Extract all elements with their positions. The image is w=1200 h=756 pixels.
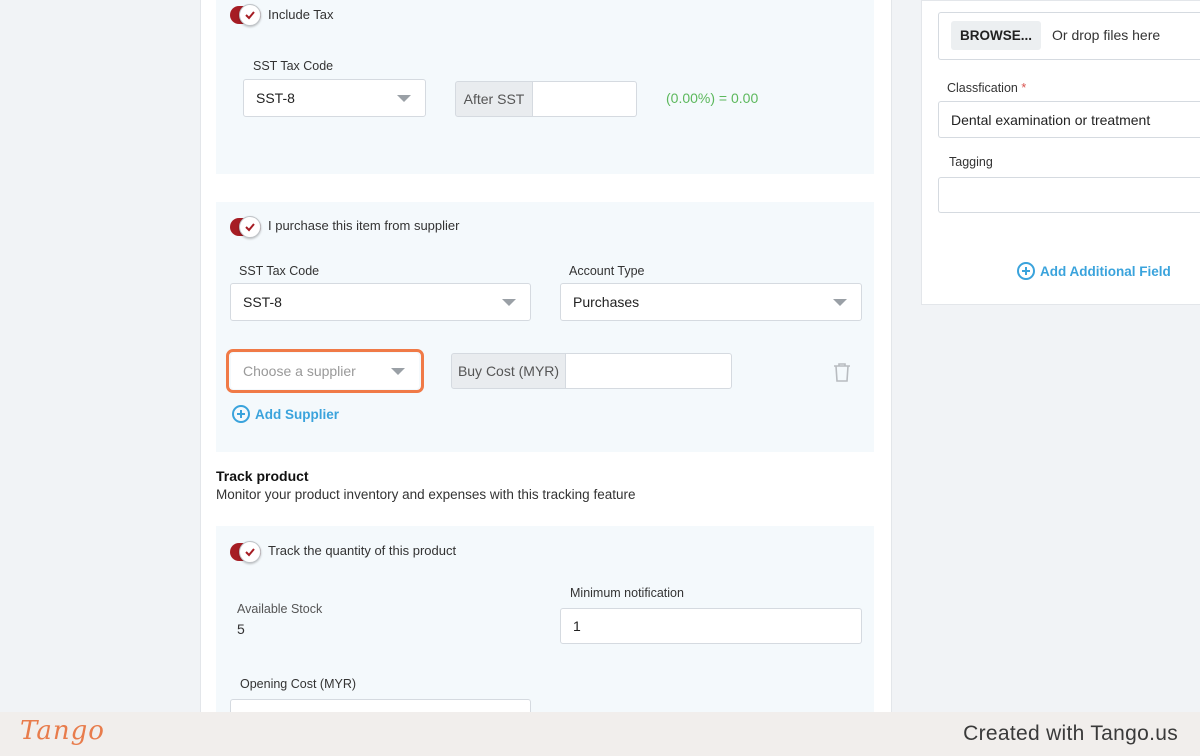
available-stock-label: Available Stock [237, 602, 323, 616]
opening-cost-label: Opening Cost (MYR) [240, 677, 357, 691]
opening-cost-input[interactable] [230, 699, 531, 712]
plus-circle-icon [232, 405, 250, 423]
check-icon [239, 4, 261, 26]
buy-cost-input[interactable] [565, 353, 732, 389]
chevron-down-icon [391, 368, 405, 375]
track-quantity-toggle[interactable] [230, 541, 261, 563]
computed-tax-text: (0.00%) = 0.00 [666, 90, 759, 106]
check-icon [239, 216, 261, 238]
track-product-title: Track product [216, 468, 309, 484]
after-sst-addon: After SST [455, 81, 533, 117]
tagging-input[interactable] [938, 177, 1200, 213]
created-with-text: Created with Tango.us [963, 722, 1178, 745]
include-tax-label: Include Tax [268, 7, 334, 22]
supplier-sst-label: SST Tax Code [239, 264, 320, 278]
sst-tax-code-select[interactable]: SST-8 [243, 79, 426, 117]
choose-supplier-select[interactable]: Choose a supplier [231, 353, 419, 389]
after-sst-input[interactable] [532, 81, 637, 117]
track-product-description: Monitor your product inventory and expen… [216, 487, 636, 502]
min-notification-label: Minimum notification [570, 586, 684, 600]
plus-circle-icon [1017, 262, 1035, 280]
sst-tax-code-label: SST Tax Code [253, 59, 334, 73]
browse-button[interactable]: BROWSE... [951, 21, 1041, 50]
chevron-down-icon [502, 299, 516, 306]
tango-footer: Tango Created with Tango.us [0, 712, 1200, 756]
buy-cost-addon: Buy Cost (MYR) [451, 353, 566, 389]
trash-icon[interactable] [833, 362, 851, 382]
available-stock-value: 5 [237, 621, 245, 637]
check-icon [239, 541, 261, 563]
classification-label: Classfication * [947, 81, 1027, 95]
supplier-sst-select[interactable]: SST-8 [230, 283, 531, 321]
add-supplier-link[interactable]: Add Supplier [232, 405, 339, 423]
chevron-down-icon [397, 95, 411, 102]
chevron-down-icon [833, 299, 847, 306]
purchase-supplier-toggle[interactable] [230, 216, 261, 238]
purchase-supplier-label: I purchase this item from supplier [268, 218, 460, 233]
track-quantity-label: Track the quantity of this product [268, 543, 457, 558]
required-mark: * [1021, 81, 1027, 95]
min-notification-input[interactable]: 1 [560, 608, 862, 644]
classification-input[interactable]: Dental examination or treatment [938, 101, 1200, 138]
add-additional-field-link[interactable]: Add Additional Field [1017, 262, 1171, 280]
tango-logo: Tango [20, 716, 105, 746]
drop-files-text: Or drop files here [1052, 27, 1161, 43]
account-type-label: Account Type [569, 264, 645, 278]
tagging-label: Tagging [949, 155, 993, 169]
include-tax-toggle[interactable] [230, 4, 261, 26]
account-type-select[interactable]: Purchases [560, 283, 862, 321]
